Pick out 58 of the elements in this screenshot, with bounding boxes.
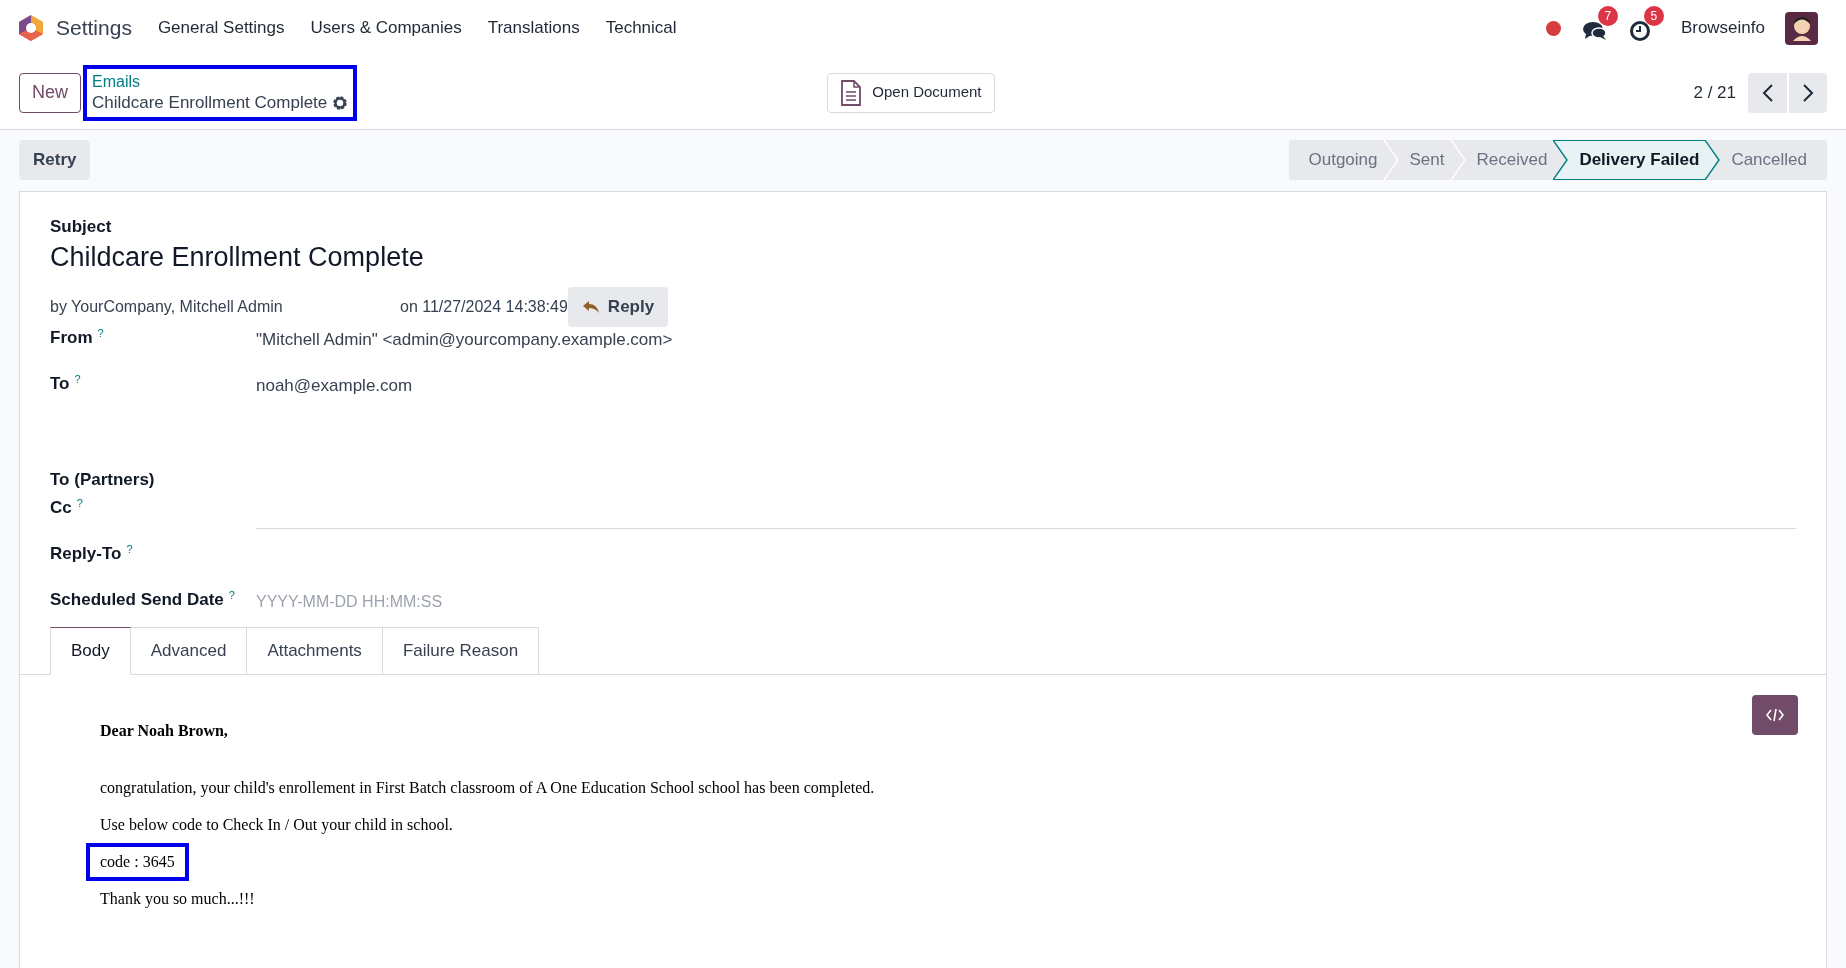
menu-item[interactable]: Users & Companies	[310, 15, 462, 41]
field-label: Cc	[50, 497, 72, 519]
clock-icon[interactable]	[1628, 20, 1653, 42]
settings-icon[interactable]	[332, 94, 349, 111]
open-document-button[interactable]: Open Document	[827, 72, 995, 113]
field-label: From	[50, 327, 93, 349]
field-value: noah@example.com	[256, 375, 413, 397]
company-name[interactable]: Browseinfo	[1680, 15, 1765, 41]
help-tooltip[interactable]: ?	[74, 373, 81, 385]
app-title[interactable]: Settings	[56, 12, 132, 44]
email-paragraph: code : 3645	[86, 843, 189, 881]
email-subject: Childcare Enrollment Complete	[50, 241, 425, 274]
tab[interactable]: Body	[50, 627, 131, 675]
chevron-right-icon	[1802, 83, 1814, 102]
code-icon	[1766, 708, 1784, 722]
status-stage[interactable]: Cancelled	[1721, 140, 1827, 180]
field-label: Subject	[50, 216, 113, 238]
email-paragraph: Thank you so much...!!!	[100, 889, 255, 909]
retry-button[interactable]: Retry	[19, 140, 91, 180]
record-title: Childcare Enrollment Complete	[92, 91, 328, 114]
menu-item[interactable]: Technical	[605, 15, 677, 41]
code-view-button[interactable]	[1752, 695, 1798, 735]
status-stage[interactable]: Sent	[1399, 140, 1451, 180]
greeting-text: Dear Noah Brown,	[100, 721, 228, 741]
avatar-icon[interactable]	[1785, 11, 1818, 45]
help-tooltip[interactable]: ?	[76, 497, 83, 509]
field-label: Scheduled Send Date	[50, 589, 224, 611]
app-logo-icon[interactable]	[18, 14, 44, 42]
author-text: by YourCompany, Mitchell Admin	[50, 297, 284, 317]
field-value: "Mitchell Admin" <admin@yourcompany.example.com>	[256, 329, 673, 351]
menu-item[interactable]: Translations	[487, 15, 580, 41]
tab[interactable]: Failure Reason	[382, 627, 540, 675]
email-paragraph: Use below code to Check In / Out your child in school.	[100, 815, 453, 835]
help-tooltip[interactable]: ?	[97, 327, 104, 339]
field-label: To	[50, 373, 70, 395]
menu-item[interactable]: General Settings	[157, 15, 285, 41]
field-label: Reply-To	[50, 543, 122, 565]
breadcrumb-link[interactable]: Emails	[92, 71, 141, 92]
next-button[interactable]	[1789, 72, 1827, 113]
new-button[interactable]: New	[19, 72, 81, 113]
reply-icon	[581, 300, 600, 314]
chat-icon[interactable]	[1582, 20, 1607, 42]
tab[interactable]: Attachments	[247, 627, 383, 675]
document-icon	[840, 79, 863, 106]
date-text: on 11/27/2024 14:38:49	[400, 297, 568, 317]
message-count-badge: 7	[1597, 6, 1618, 26]
help-tooltip[interactable]: ?	[126, 543, 133, 555]
previous-button[interactable]	[1748, 72, 1787, 113]
help-tooltip[interactable]: ?	[228, 589, 235, 601]
field-label: To (Partners)	[50, 469, 155, 491]
date-input-field[interactable]: YYYY-MM-DD HH:MM:SS	[256, 589, 1796, 615]
tab[interactable]: Advanced	[130, 627, 248, 675]
status-stage[interactable]: Outgoing	[1288, 140, 1384, 180]
activity-count-badge: 5	[1643, 6, 1664, 26]
pager-value: 2 / 21	[1693, 81, 1736, 104]
chevron-left-icon	[1761, 83, 1774, 102]
reply-button[interactable]: Reply	[567, 287, 669, 327]
email-paragraph: congratulation, your child's enrollement in First Batch classroom of A One Education School school has been completed.	[100, 778, 875, 798]
